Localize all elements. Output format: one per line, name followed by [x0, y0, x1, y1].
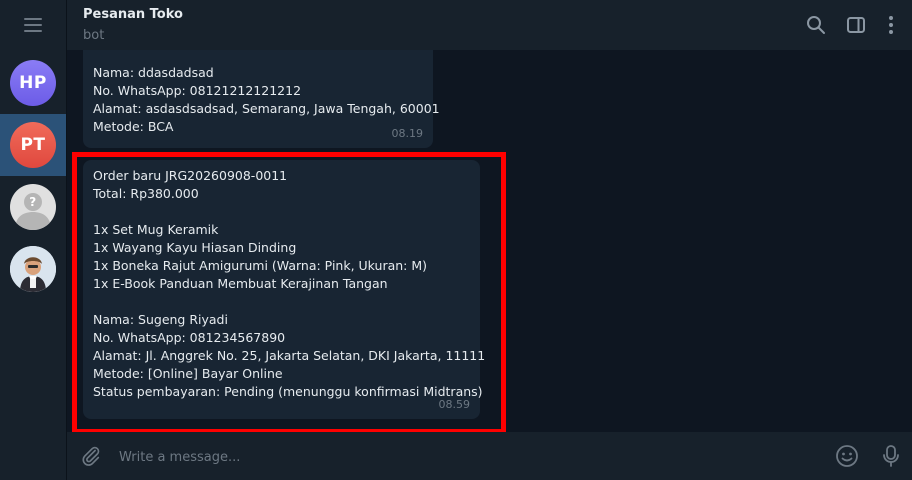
- chat-item-pt[interactable]: PT: [0, 114, 66, 176]
- message-line: Alamat: Jl. Anggrek No. 25, Jakarta Sela…: [93, 348, 486, 363]
- message-line: [93, 293, 470, 311]
- message-time: 08.19: [391, 127, 424, 140]
- message-line: Nama: ddasdadsad: [93, 65, 214, 80]
- more-vertical-icon[interactable]: [879, 13, 903, 37]
- emoji-icon[interactable]: [833, 442, 861, 470]
- message-line: Metode: BCA: [93, 119, 174, 134]
- message-list[interactable]: Nama: ddasdadsad No. WhatsApp: 081212121…: [67, 50, 912, 432]
- message-composer: [67, 432, 912, 480]
- message-line: No. WhatsApp: 08121212121212: [93, 83, 302, 98]
- message-line: Total: Rp380.000: [93, 186, 199, 201]
- chat-sidebar: HP PT ?: [0, 0, 67, 480]
- chat-subtitle: bot: [83, 28, 105, 43]
- microphone-icon[interactable]: [877, 442, 905, 470]
- hamburger-icon: [24, 18, 42, 32]
- message-line: 1x Wayang Kayu Hiasan Dinding: [93, 240, 297, 255]
- message-bubble: Order baru JRG20260908-0011 Total: Rp380…: [83, 160, 486, 419]
- chat-title: Pesanan Toko: [83, 7, 183, 22]
- attach-icon[interactable]: [77, 442, 105, 470]
- message-line: [93, 203, 470, 221]
- message-line: 1x E-Book Panduan Membuat Kerajinan Tang…: [93, 276, 388, 291]
- default-user-icon: ?: [10, 184, 56, 230]
- message-line: 1x Set Mug Keramik: [93, 222, 219, 237]
- avatar: HP: [10, 60, 56, 106]
- message-line: 1x Boneka Rajut Amigurumi (Warna: Pink, …: [93, 258, 428, 273]
- avatar: PT: [10, 122, 56, 168]
- message-line: Alamat: asdasdsadsad, Semarang, Jawa Ten…: [93, 101, 440, 116]
- chat-item-hp[interactable]: HP: [0, 52, 66, 114]
- avatar-initials: PT: [20, 135, 46, 155]
- message-line: Metode: [Online] Bayar Online: [93, 366, 283, 381]
- message-bubble: Nama: ddasdadsad No. WhatsApp: 081212121…: [83, 50, 440, 148]
- chat-item-photo[interactable]: [0, 238, 66, 300]
- message-time: 08.59: [438, 398, 471, 411]
- chat-header: Pesanan Toko bot: [67, 0, 912, 50]
- message-line: Nama: Sugeng Riyadi: [93, 312, 228, 327]
- message-line: Order baru JRG20260908-0011: [93, 168, 288, 183]
- message-line: Status pembayaran: Pending (menunggu kon…: [93, 384, 483, 399]
- side-panel-icon[interactable]: [844, 13, 868, 37]
- avatar-initials: HP: [19, 73, 47, 93]
- svg-text:?: ?: [29, 195, 36, 209]
- message-line: No. WhatsApp: 081234567890: [93, 330, 286, 345]
- search-icon[interactable]: [804, 13, 828, 37]
- photo-avatar-icon: [10, 246, 56, 292]
- menu-button[interactable]: [0, 0, 66, 50]
- chat-item-unknown[interactable]: ?: [0, 176, 66, 238]
- message-input[interactable]: [117, 444, 811, 470]
